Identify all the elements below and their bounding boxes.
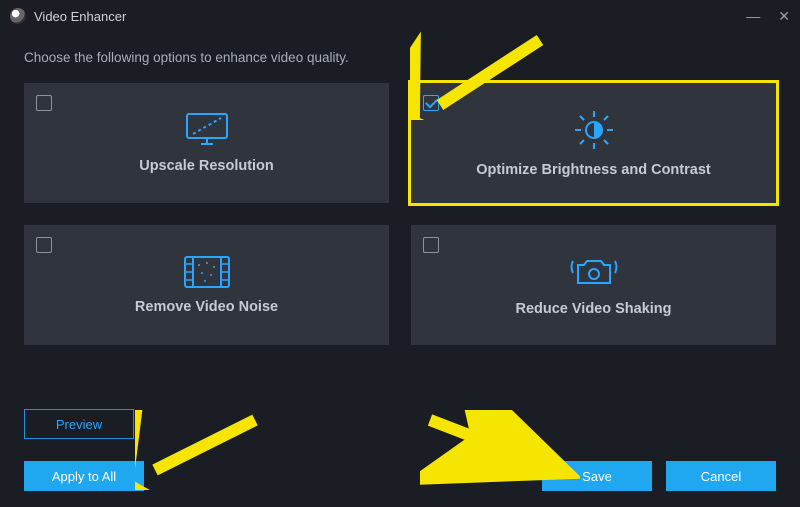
card-label: Upscale Resolution — [139, 158, 274, 174]
bottom-button-row: Apply to All Save Cancel — [24, 461, 776, 491]
checkbox-brightness[interactable] — [423, 95, 439, 111]
card-label: Remove Video Noise — [135, 299, 278, 315]
minimize-button[interactable]: — — [746, 8, 760, 25]
right-buttons: Save Cancel — [542, 461, 776, 491]
app-title: Video Enhancer — [34, 9, 126, 24]
checkbox-shaking[interactable] — [423, 237, 439, 253]
footer: Preview Apply to All Save Cancel — [24, 409, 776, 491]
content-area: Choose the following options to enhance … — [0, 32, 800, 345]
apply-to-all-button[interactable]: Apply to All — [24, 461, 144, 491]
card-label: Optimize Brightness and Contrast — [476, 162, 710, 178]
film-icon — [183, 255, 231, 289]
camera-shake-icon — [570, 253, 618, 291]
checkbox-upscale[interactable] — [36, 95, 52, 111]
window-controls: — ✕ — [746, 8, 790, 25]
card-label: Reduce Video Shaking — [515, 301, 671, 317]
close-button[interactable]: ✕ — [778, 8, 790, 25]
card-upscale-resolution[interactable]: Upscale Resolution — [24, 83, 389, 203]
monitor-icon — [185, 112, 229, 148]
card-remove-noise[interactable]: Remove Video Noise — [24, 225, 389, 345]
titlebar: Video Enhancer — ✕ — [0, 0, 800, 32]
instruction-text: Choose the following options to enhance … — [24, 50, 776, 65]
cancel-button[interactable]: Cancel — [666, 461, 776, 491]
save-button[interactable]: Save — [542, 461, 652, 491]
card-reduce-shaking[interactable]: Reduce Video Shaking — [411, 225, 776, 345]
card-brightness-contrast[interactable]: Optimize Brightness and Contrast — [411, 83, 776, 203]
app-icon — [10, 8, 26, 24]
options-grid: Upscale Resolution — [24, 83, 776, 345]
brightness-icon — [572, 108, 616, 152]
checkbox-noise[interactable] — [36, 237, 52, 253]
preview-button[interactable]: Preview — [24, 409, 134, 439]
